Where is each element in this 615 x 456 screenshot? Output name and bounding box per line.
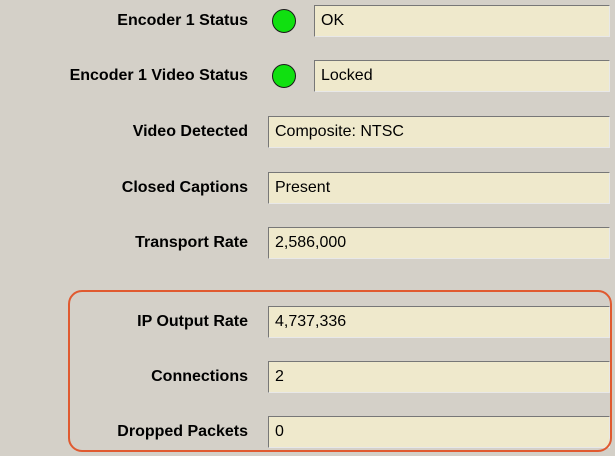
row-dropped-packets: Dropped Packets 0 — [0, 411, 615, 451]
transport-rate-label: Transport Rate — [135, 234, 248, 251]
connections-label: Connections — [151, 368, 248, 385]
row-connections: Connections 2 — [0, 356, 615, 396]
encoder-1-status-label: Encoder 1 Status — [117, 12, 248, 29]
encoder-1-video-status-field: Locked — [314, 60, 610, 92]
row-encoder-1-status: Encoder 1 Status OK — [0, 0, 615, 40]
encoder-1-status-field: OK — [314, 5, 610, 37]
video-detected-field: Composite: NTSC — [268, 116, 610, 148]
row-closed-captions: Closed Captions Present — [0, 167, 615, 207]
video-status-led-icon — [272, 64, 296, 88]
closed-captions-field: Present — [268, 172, 610, 204]
dropped-packets-field: 0 — [268, 416, 610, 448]
row-video-detected: Video Detected Composite: NTSC — [0, 111, 615, 151]
connections-field: 2 — [268, 361, 610, 393]
ip-output-rate-label: IP Output Rate — [137, 313, 248, 330]
dropped-packets-label: Dropped Packets — [117, 423, 248, 440]
closed-captions-label: Closed Captions — [121, 179, 248, 196]
transport-rate-field: 2,586,000 — [268, 227, 610, 259]
encoder-status-panel: Encoder 1 Status OK Encoder 1 Video Stat… — [0, 0, 615, 456]
status-led-icon — [272, 9, 296, 33]
video-detected-label: Video Detected — [132, 123, 248, 140]
row-ip-output-rate: IP Output Rate 4,737,336 — [0, 301, 615, 341]
encoder-1-video-status-label: Encoder 1 Video Status — [69, 67, 248, 84]
ip-output-rate-field: 4,737,336 — [268, 306, 610, 338]
row-transport-rate: Transport Rate 2,586,000 — [0, 222, 615, 262]
row-encoder-1-video-status: Encoder 1 Video Status Locked — [0, 55, 615, 95]
